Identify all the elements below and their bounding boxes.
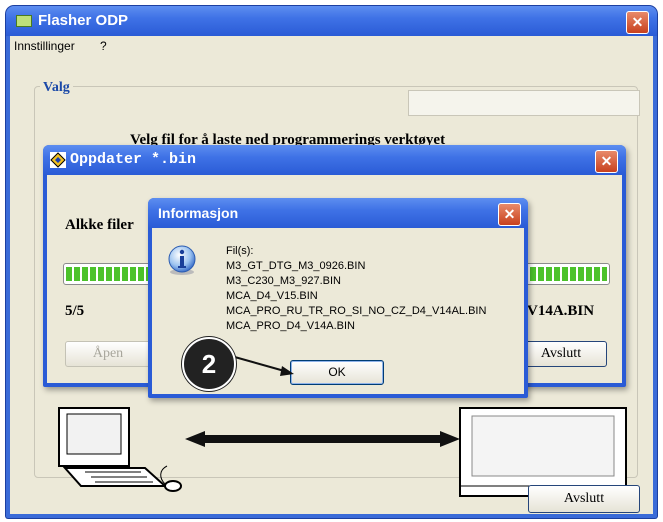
update-close-button[interactable]: ✕ <box>595 150 618 173</box>
app-icon <box>16 15 32 27</box>
current-file-name: V14A.BIN <box>527 303 595 319</box>
menu-innstillinger[interactable]: Innstillinger <box>14 39 75 53</box>
menu-help[interactable]: ? <box>100 39 107 53</box>
info-line: M3_GT_DTG_M3_0926.BIN <box>226 260 366 272</box>
valg-group-label: Valg <box>40 80 73 96</box>
file-count: 5/5 <box>65 303 85 319</box>
main-window-title: Flasher ODP <box>38 12 129 29</box>
info-dialog-title: Informasjon <box>158 205 239 221</box>
info-line: MCA_D4_V15.BIN <box>226 290 318 302</box>
info-line: Fil(s): <box>226 245 254 257</box>
transfer-arrow-icon <box>185 431 460 447</box>
info-line: MCA_PRO_RU_TR_RO_SI_NO_CZ_D4_V14AL.BIN <box>226 305 487 317</box>
info-icon <box>168 245 196 275</box>
info-line: M3_C230_M3_927.BIN <box>226 275 341 287</box>
menu-bar: Innstillinger ? <box>10 36 653 56</box>
update-title-bar[interactable]: Oppdater *.bin ✕ <box>43 145 626 175</box>
open-button[interactable]: Åpen <box>65 341 151 367</box>
main-title-bar[interactable]: Flasher ODP ✕ <box>6 6 657 36</box>
info-line: MCA_PRO_D4_V14A.BIN <box>226 320 355 332</box>
update-exit-button[interactable]: Avslutt <box>515 341 607 367</box>
file-path-field[interactable] <box>408 90 640 116</box>
main-exit-button[interactable]: Avslutt <box>528 485 640 513</box>
app-logo-icon <box>50 152 66 168</box>
info-close-button[interactable]: ✕ <box>498 203 521 226</box>
main-close-button[interactable]: ✕ <box>626 11 649 34</box>
update-heading: Alkke filer <box>65 217 134 233</box>
info-message: Fil(s): M3_GT_DTG_M3_0926.BIN M3_C230_M3… <box>226 244 486 334</box>
info-title-bar[interactable]: Informasjon ✕ <box>148 198 528 228</box>
update-dialog-title: Oppdater *.bin <box>70 151 197 168</box>
step-callout-badge: 2 <box>182 337 236 391</box>
computer-illustration <box>58 407 182 492</box>
ok-button[interactable]: OK <box>290 360 384 385</box>
